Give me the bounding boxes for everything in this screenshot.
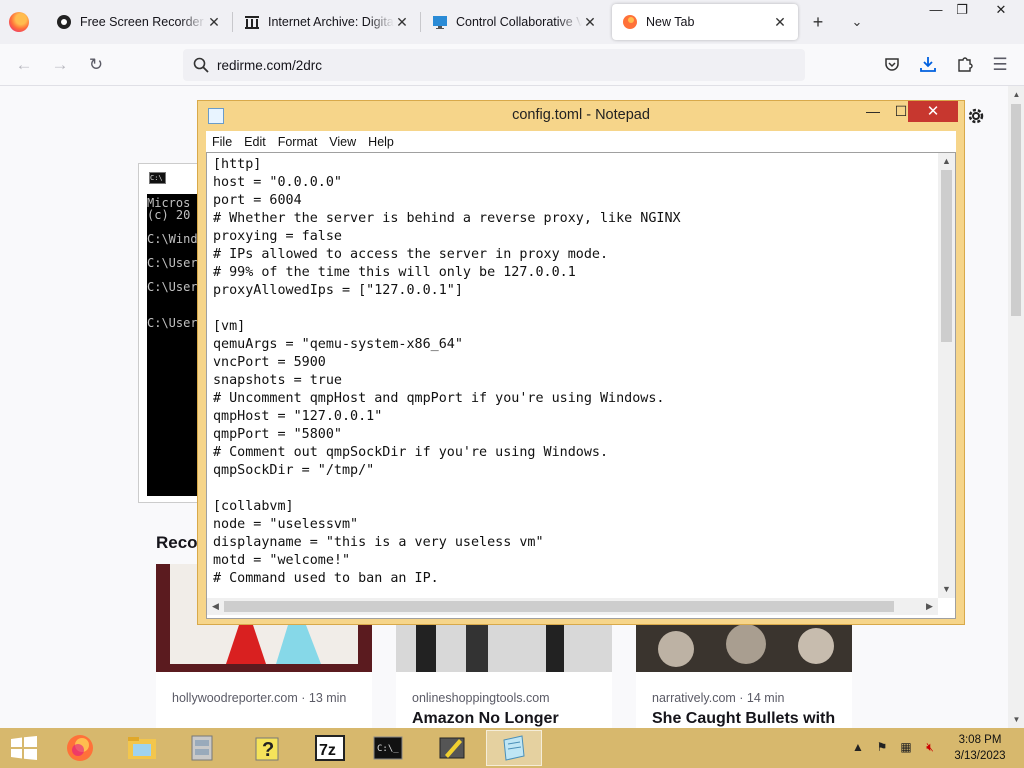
menu-bar: File Edit Format View Help — [206, 131, 956, 152]
minimize-icon[interactable]: — — [858, 101, 888, 123]
story-headline: Amazon No Longer — [412, 710, 559, 727]
clock-date: 3/13/2023 — [954, 750, 1006, 762]
terminal-icon: C:\_ — [373, 736, 403, 760]
tab-label: Free Screen Recorder - N — [80, 15, 206, 29]
volume-muted-icon[interactable]: 🔇︎ — [922, 740, 938, 756]
new-tab-plus-icon[interactable]: + — [806, 10, 830, 34]
page-scrollbar[interactable]: ▲ ▼ — [1008, 86, 1024, 728]
url-text: redirme.com/2drc — [217, 57, 323, 73]
file-content[interactable]: [http] host = "0.0.0.0" port = 6004 # Wh… — [213, 156, 935, 596]
address-bar[interactable]: redirme.com/2drc — [183, 49, 805, 81]
taskbar: ? 7z C:\_ ▲ ⚑ ▦ 🔇︎ 3:08 PM 3/13/2023 — [0, 728, 1024, 768]
taskbar-help[interactable]: ? — [240, 730, 296, 766]
menu-format[interactable]: Format — [272, 135, 324, 149]
tab-internet-archive[interactable]: Internet Archive: Digital L ✕ — [234, 4, 420, 40]
tab-label: Internet Archive: Digital L — [268, 15, 394, 29]
firefox-icon — [67, 735, 93, 761]
menu-view[interactable]: View — [323, 135, 362, 149]
paint-icon — [439, 737, 465, 759]
show-hidden-icons-icon[interactable]: ▲ — [850, 740, 866, 756]
menu-hamburger-icon[interactable]: ☰ — [988, 53, 1012, 77]
taskbar-7zip[interactable]: 7z — [302, 730, 358, 766]
scroll-up-arrow-icon[interactable]: ▲ — [938, 153, 955, 170]
reload-icon[interactable]: ↻ — [84, 53, 108, 77]
vertical-scrollbar[interactable]: ▲ ▼ — [938, 153, 955, 598]
window-title: config.toml - Notepad — [512, 107, 650, 123]
cmd-icon: C:\ — [149, 172, 166, 184]
action-center-flag-icon[interactable]: ⚑ — [874, 740, 890, 756]
close-tab-icon[interactable]: ✕ — [206, 14, 222, 31]
tab-label: Control Collaborative Vir — [456, 15, 582, 29]
recorder-icon — [57, 15, 71, 29]
tab-label: New Tab — [646, 15, 695, 29]
text-editor-area[interactable]: [http] host = "0.0.0.0" port = 6004 # Wh… — [206, 152, 956, 619]
close-tab-icon[interactable]: ✕ — [582, 14, 598, 31]
taskbar-file-explorer[interactable] — [114, 730, 170, 766]
tab-divider — [232, 12, 233, 32]
scroll-down-arrow-icon[interactable]: ▼ — [938, 581, 955, 598]
vertical-scroll-thumb[interactable] — [941, 170, 952, 342]
pocket-icon[interactable] — [884, 56, 900, 72]
scroll-up-arrow-icon[interactable]: ▲ — [1008, 86, 1024, 103]
folder-icon — [128, 737, 156, 759]
taskbar-notepad[interactable] — [486, 730, 542, 766]
network-icon[interactable]: ▦ — [898, 740, 914, 756]
windows-start-icon[interactable] — [10, 736, 38, 760]
7zip-icon: 7z — [315, 735, 345, 761]
navigation-toolbar: ← → ↻ redirme.com/2drc ☰ — [0, 44, 1024, 86]
tab-control-collaborative-vm[interactable]: Control Collaborative Vir ✕ — [422, 4, 608, 40]
tab-free-screen-recorder[interactable]: Free Screen Recorder - N ✕ — [46, 4, 232, 40]
downloads-icon[interactable] — [919, 55, 937, 73]
forward-arrow-icon[interactable]: → — [48, 53, 72, 77]
back-arrow-icon[interactable]: ← — [12, 53, 36, 77]
taskbar-paint[interactable] — [424, 730, 480, 766]
tab-new-tab[interactable]: New Tab ✕ — [612, 4, 798, 40]
close-window-icon[interactable]: ✕ — [985, 0, 1017, 22]
restore-window-icon[interactable]: ❐ — [946, 0, 978, 22]
scroll-right-arrow-icon[interactable]: ▶ — [921, 598, 938, 615]
menu-edit[interactable]: Edit — [238, 135, 272, 149]
horizontal-scrollbar[interactable]: ◀ ▶ — [207, 598, 938, 615]
taskbar-command-prompt[interactable]: C:\_ — [360, 730, 416, 766]
clock-time: 3:08 PM — [958, 734, 1002, 746]
close-tab-icon[interactable]: ✕ — [394, 14, 410, 31]
notepad-window[interactable]: config.toml - Notepad — ☐ ✕ File Edit Fo… — [197, 100, 965, 625]
taskbar-firefox[interactable] — [52, 730, 108, 766]
cabinet-icon — [191, 735, 213, 761]
menu-help[interactable]: Help — [362, 135, 400, 149]
list-tabs-chevron-icon[interactable]: ⌄ — [845, 10, 869, 34]
notepad-icon — [503, 735, 525, 761]
close-icon[interactable]: ✕ — [908, 101, 958, 122]
svg-text:7z: 7z — [319, 742, 336, 759]
archive-icon — [245, 16, 259, 29]
help-question-icon: ? — [255, 737, 279, 761]
scroll-left-arrow-icon[interactable]: ◀ — [207, 598, 224, 615]
svg-text:?: ? — [262, 739, 274, 761]
taskbar-archive-manager[interactable] — [174, 730, 230, 766]
page-scroll-thumb[interactable] — [1011, 104, 1021, 316]
story-source: hollywoodreporter.com · 13 min — [172, 691, 347, 705]
monitor-icon — [433, 16, 447, 29]
story-source: narratively.com · 14 min — [652, 691, 785, 705]
notepad-title-bar[interactable]: config.toml - Notepad — ☐ ✕ — [198, 101, 964, 131]
firefox-icon — [623, 15, 637, 29]
close-tab-icon[interactable]: ✕ — [772, 14, 788, 31]
tab-divider — [420, 12, 421, 32]
extensions-icon[interactable] — [956, 55, 973, 72]
firefox-view-icon[interactable] — [9, 12, 29, 32]
gear-icon[interactable] — [966, 106, 986, 126]
search-icon — [193, 57, 209, 73]
scroll-down-arrow-icon[interactable]: ▼ — [1008, 711, 1024, 728]
svg-text:C:\_: C:\_ — [377, 744, 399, 754]
tab-strip: Free Screen Recorder - N ✕ Internet Arch… — [0, 0, 1024, 44]
story-source: onlineshoppingtools.com — [412, 691, 550, 705]
system-clock[interactable]: 3:08 PM 3/13/2023 — [948, 732, 1012, 764]
story-headline: She Caught Bullets with — [652, 710, 836, 727]
menu-file[interactable]: File — [206, 135, 238, 149]
horizontal-scroll-thumb[interactable] — [224, 601, 894, 612]
